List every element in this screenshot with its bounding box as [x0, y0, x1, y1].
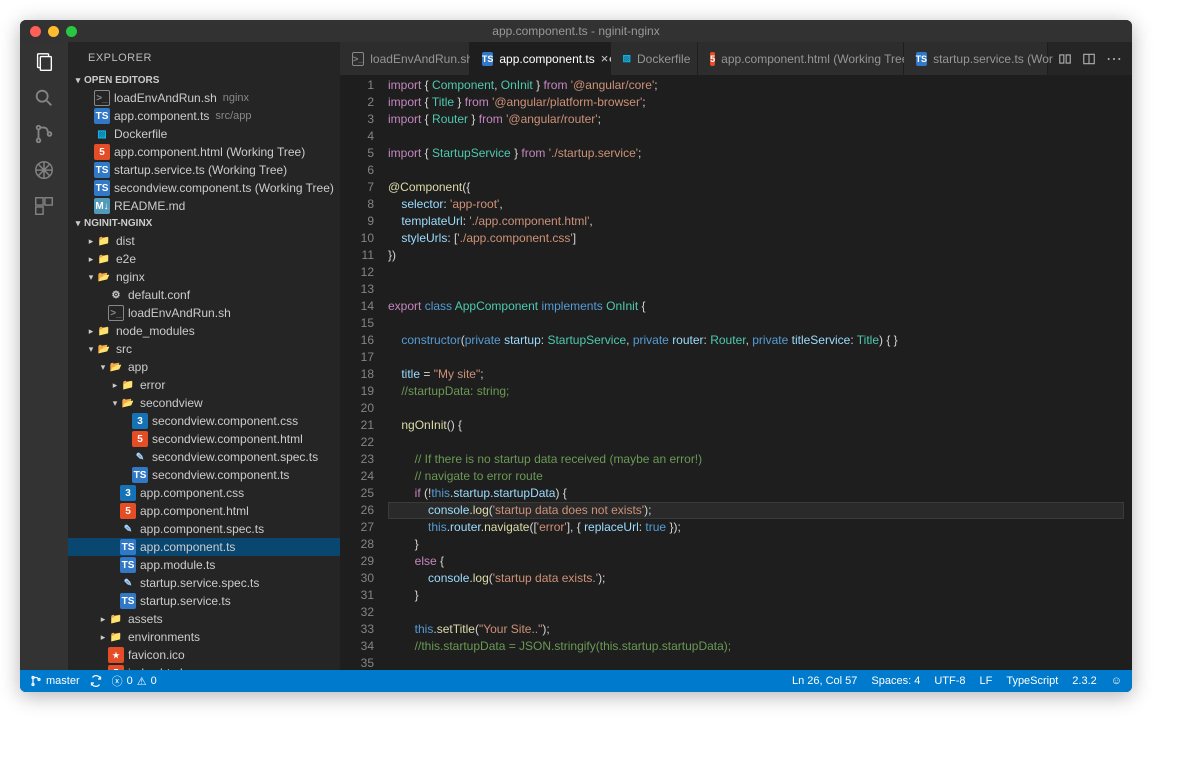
- file-item[interactable]: ✎startup.service.spec.ts: [68, 574, 340, 592]
- open-editor-item[interactable]: M↓README.md: [68, 197, 340, 215]
- folder-item[interactable]: ▸📁node_modules: [68, 322, 340, 340]
- feedback-icon[interactable]: ☺: [1111, 675, 1122, 687]
- folder-item[interactable]: ▾📂src: [68, 340, 340, 358]
- open-editor-item[interactable]: ▨Dockerfile: [68, 125, 340, 143]
- folder-item[interactable]: ▸📁assets: [68, 610, 340, 628]
- search-icon[interactable]: [32, 86, 56, 110]
- vscode-window: app.component.ts - nginit-nginx EXPLORER: [20, 20, 1132, 692]
- open-editor-item[interactable]: TSapp.component.tssrc/app: [68, 107, 340, 125]
- statusbar: master ⓧ0 ⚠0 Ln 26, Col 57 Spaces: 4 UTF…: [20, 670, 1132, 692]
- error-count[interactable]: ⓧ0 ⚠0: [112, 673, 157, 689]
- file-item[interactable]: 3app.component.css: [68, 484, 340, 502]
- close-window-button[interactable]: [30, 26, 41, 37]
- folder-item[interactable]: ▸📁environments: [68, 628, 340, 646]
- sidebar: EXPLORER ▾ OPEN EDITORS >_loadEnvAndRun.…: [68, 42, 340, 670]
- chevron-down-icon: ▾: [72, 218, 84, 229]
- editor-tab[interactable]: TSstartup.service.ts (Wor: [904, 42, 1048, 75]
- traffic-lights: [30, 26, 77, 37]
- minimize-window-button[interactable]: [48, 26, 59, 37]
- editor-area: >_loadEnvAndRun.shTSapp.component.ts×▨Do…: [340, 42, 1132, 670]
- file-item[interactable]: ⚙default.conf: [68, 286, 340, 304]
- eol[interactable]: LF: [979, 675, 992, 687]
- file-item[interactable]: ✎secondview.component.spec.ts: [68, 448, 340, 466]
- compare-icon[interactable]: [1058, 52, 1072, 66]
- indent-spaces[interactable]: Spaces: 4: [871, 675, 920, 687]
- code-content[interactable]: import { Component, OnInit } from '@angu…: [388, 75, 1124, 670]
- open-editor-item[interactable]: TSsecondview.component.ts (Working Tree): [68, 179, 340, 197]
- error-icon: ⓧ: [112, 673, 123, 689]
- sidebar-title: EXPLORER: [68, 42, 340, 72]
- debug-icon[interactable]: [32, 158, 56, 182]
- folder-item[interactable]: ▸📁dist: [68, 232, 340, 250]
- ts-version[interactable]: 2.3.2: [1072, 675, 1096, 687]
- code-editor[interactable]: 1234567891011121314151617181920212223242…: [340, 75, 1132, 670]
- file-item[interactable]: TSsecondview.component.ts: [68, 466, 340, 484]
- open-editor-item[interactable]: 5app.component.html (Working Tree): [68, 143, 340, 161]
- file-item[interactable]: TSstartup.service.ts: [68, 592, 340, 610]
- open-editor-item[interactable]: TSstartup.service.ts (Working Tree): [68, 161, 340, 179]
- editor-tab[interactable]: ▨Dockerfile: [611, 42, 699, 75]
- file-item[interactable]: TSapp.module.ts: [68, 556, 340, 574]
- explorer-icon[interactable]: [32, 50, 56, 74]
- folder-item[interactable]: ▸📁error: [68, 376, 340, 394]
- extensions-icon[interactable]: [32, 194, 56, 218]
- main-area: EXPLORER ▾ OPEN EDITORS >_loadEnvAndRun.…: [20, 42, 1132, 670]
- file-item[interactable]: ✎app.component.spec.ts: [68, 520, 340, 538]
- file-item[interactable]: 5app.component.html: [68, 502, 340, 520]
- folder-item[interactable]: ▾📂app: [68, 358, 340, 376]
- source-control-icon[interactable]: [32, 122, 56, 146]
- folder-item[interactable]: ▸📁e2e: [68, 250, 340, 268]
- git-branch[interactable]: master: [30, 675, 80, 687]
- editor-tab[interactable]: TSapp.component.ts×: [470, 42, 611, 75]
- titlebar: app.component.ts - nginit-nginx: [20, 20, 1132, 42]
- folder-item[interactable]: ▾📂nginx: [68, 268, 340, 286]
- cursor-position[interactable]: Ln 26, Col 57: [792, 675, 857, 687]
- language-mode[interactable]: TypeScript: [1006, 675, 1058, 687]
- warning-icon: ⚠: [137, 675, 147, 688]
- editor-tab[interactable]: >_loadEnvAndRun.sh: [340, 42, 470, 75]
- file-item[interactable]: ★favicon.ico: [68, 646, 340, 664]
- file-tree: ▸📁dist▸📁e2e▾📂nginx⚙default.conf>_loadEnv…: [68, 232, 340, 670]
- more-icon[interactable]: ⋯: [1106, 49, 1122, 69]
- minimap[interactable]: [1124, 75, 1132, 670]
- activity-bar: [20, 42, 68, 670]
- project-header[interactable]: ▾ NGINIT-NGINX: [68, 215, 340, 232]
- split-editor-icon[interactable]: [1082, 52, 1096, 66]
- file-item[interactable]: >_loadEnvAndRun.sh: [68, 304, 340, 322]
- maximize-window-button[interactable]: [66, 26, 77, 37]
- open-editor-item[interactable]: >_loadEnvAndRun.shnginx: [68, 89, 340, 107]
- encoding[interactable]: UTF-8: [934, 675, 965, 687]
- file-item[interactable]: 5secondview.component.html: [68, 430, 340, 448]
- open-editors-list: >_loadEnvAndRun.shnginxTSapp.component.t…: [68, 89, 340, 215]
- window-title: app.component.ts - nginit-nginx: [492, 24, 659, 38]
- file-item[interactable]: TSapp.component.ts: [68, 538, 340, 556]
- line-numbers: 1234567891011121314151617181920212223242…: [340, 75, 388, 670]
- folder-item[interactable]: ▾📂secondview: [68, 394, 340, 412]
- sync-icon[interactable]: [90, 675, 102, 687]
- chevron-down-icon: ▾: [72, 75, 84, 86]
- file-item[interactable]: 3secondview.component.css: [68, 412, 340, 430]
- editor-tab[interactable]: 5app.component.html (Working Tree): [698, 42, 903, 75]
- open-editors-header[interactable]: ▾ OPEN EDITORS: [68, 72, 340, 89]
- editor-tabs: >_loadEnvAndRun.shTSapp.component.ts×▨Do…: [340, 42, 1132, 75]
